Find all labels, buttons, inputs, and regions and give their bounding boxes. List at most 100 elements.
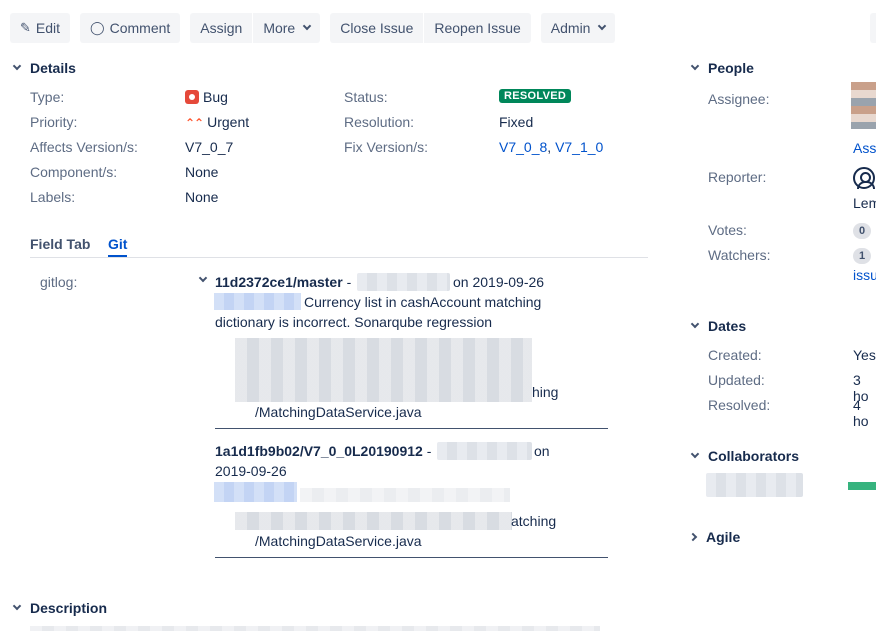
details-section-toggle[interactable]: Details [12, 60, 76, 76]
collaborators-title: Collaborators [708, 448, 800, 464]
commit-file-tail: atching [511, 513, 557, 529]
votes-label: Votes: [708, 222, 747, 238]
assign-to-me-link[interactable]: Assi [853, 140, 876, 156]
components-value: None [185, 164, 219, 180]
assign-more-group: Assign More [190, 13, 321, 43]
labels-label: Labels: [30, 189, 76, 205]
commit-ref[interactable]: 1a1d1fb9b02/V7_0_0L20190912 [215, 443, 423, 459]
agile-title: Agile [706, 529, 741, 545]
reporter-name[interactable]: Lem [853, 195, 876, 211]
toolbar-overflow-button[interactable] [870, 13, 876, 43]
tab-field-tab[interactable]: Field Tab [30, 236, 90, 252]
people-title: People [708, 60, 754, 76]
created-label: Created: [708, 347, 762, 363]
assign-label: Assign [200, 20, 243, 36]
close-issue-label: Close Issue [340, 20, 414, 36]
labels-value: None [185, 189, 219, 205]
status-badge: RESOLVED [499, 89, 572, 103]
more-button[interactable]: More [253, 13, 321, 43]
gitlog-label: gitlog: [40, 274, 78, 290]
urgent-priority-icon: ⌃⌃ [185, 116, 204, 130]
issue-tabs: Field Tab Git [30, 236, 648, 258]
commit-dash: - [346, 274, 352, 290]
user-icon [853, 167, 875, 189]
redacted-description [30, 626, 600, 631]
collaborator-activity-bar [848, 482, 876, 490]
watchers-label: Watchers: [708, 247, 771, 263]
admin-label: Admin [550, 20, 591, 36]
fix-versions-label: Fix Version/s: [344, 139, 429, 155]
redacted-issue-key [214, 293, 301, 310]
commit-divider [215, 557, 608, 558]
reporter-label: Reporter: [708, 169, 767, 185]
assignee-avatar [851, 82, 876, 129]
updated-label: Updated: [708, 372, 765, 388]
more-label: More [263, 20, 296, 36]
commit-dash: - [426, 443, 432, 459]
chevron-down-icon [690, 449, 700, 459]
assign-button[interactable]: Assign [190, 13, 253, 43]
tab-git[interactable]: Git [108, 236, 127, 252]
type-label: Type: [30, 89, 65, 105]
redacted-files [235, 512, 512, 530]
commit-message-line2: dictionary is incorrect. Sonarqube regre… [215, 314, 493, 330]
commit-header: 11d2372ce1/master - [215, 274, 351, 290]
redacted-message [300, 488, 510, 502]
details-title: Details [30, 60, 76, 76]
commit-file-tail: hing [532, 384, 559, 400]
chevron-down-icon [690, 61, 700, 71]
resolved-label: Resolved: [708, 397, 771, 413]
watch-issue-link[interactable]: issu [853, 267, 876, 283]
priority-value: ⌃⌃ Urgent [185, 114, 249, 130]
redacted-files [235, 360, 532, 382]
commit-file-path: /MatchingDataService.java [255, 533, 422, 549]
commit-on: on [534, 443, 550, 459]
chevron-down-icon [598, 21, 607, 31]
dates-section-toggle[interactable]: Dates [690, 318, 746, 334]
fix-version-separator: , [547, 139, 552, 155]
agile-section-toggle[interactable]: Agile [688, 529, 741, 545]
fix-version-link[interactable]: V7_1_0 [555, 139, 603, 155]
redacted-issue-key [214, 482, 297, 502]
votes-count-badge[interactable]: 0 [853, 223, 872, 239]
chevron-right-icon [688, 532, 698, 542]
pencil-icon: ✎ [20, 20, 31, 35]
redacted-files [235, 338, 532, 360]
chevron-down-icon[interactable] [198, 273, 208, 283]
chevron-down-icon [690, 319, 700, 329]
watchers-count-badge[interactable]: 1 [853, 248, 872, 264]
issue-toolbar: ✎ Edit ◯ Comment Assign More Close Issue… [10, 13, 625, 43]
collaborators-section-toggle[interactable]: Collaborators [690, 448, 799, 464]
reopen-issue-label: Reopen Issue [434, 20, 521, 36]
created-value: Yes [853, 347, 876, 363]
edit-button[interactable]: ✎ Edit [10, 13, 71, 43]
bug-icon [185, 90, 199, 104]
commit-ref[interactable]: 11d2372ce1/master [215, 274, 343, 290]
commit-divider [215, 428, 608, 429]
chevron-down-icon [12, 61, 22, 71]
priority-text: Urgent [207, 114, 250, 130]
comment-button[interactable]: ◯ Comment [80, 13, 181, 43]
chevron-down-icon [302, 21, 312, 31]
close-issue-button[interactable]: Close Issue [330, 13, 424, 43]
fix-version-link[interactable]: V7_0_8 [499, 139, 547, 155]
active-tab-indicator [108, 255, 127, 257]
fix-versions-value: V7_0_8, V7_1_0 [499, 139, 603, 155]
admin-button[interactable]: Admin [540, 13, 616, 43]
type-text: Bug [203, 89, 228, 105]
resolved-value: 4 ho [853, 397, 869, 429]
reopen-issue-button[interactable]: Reopen Issue [424, 13, 531, 43]
redacted-files [235, 382, 532, 402]
resolution-label: Resolution: [344, 114, 415, 130]
dates-title: Dates [708, 318, 747, 334]
commit-header: 1a1d1fb9b02/V7_0_0L20190912 - [215, 443, 431, 459]
affects-versions-label: Affects Version/s: [30, 139, 138, 155]
commit-date: on 2019-09-26 [453, 274, 545, 290]
people-section-toggle[interactable]: People [690, 60, 754, 76]
description-title: Description [30, 600, 108, 616]
chevron-down-icon [12, 601, 22, 611]
description-section-toggle[interactable]: Description [12, 600, 107, 616]
type-value: Bug [185, 89, 228, 105]
workflow-group: Close Issue Reopen Issue [330, 13, 531, 43]
commit-message-line1: Currency list in cashAccount matching [304, 294, 542, 310]
